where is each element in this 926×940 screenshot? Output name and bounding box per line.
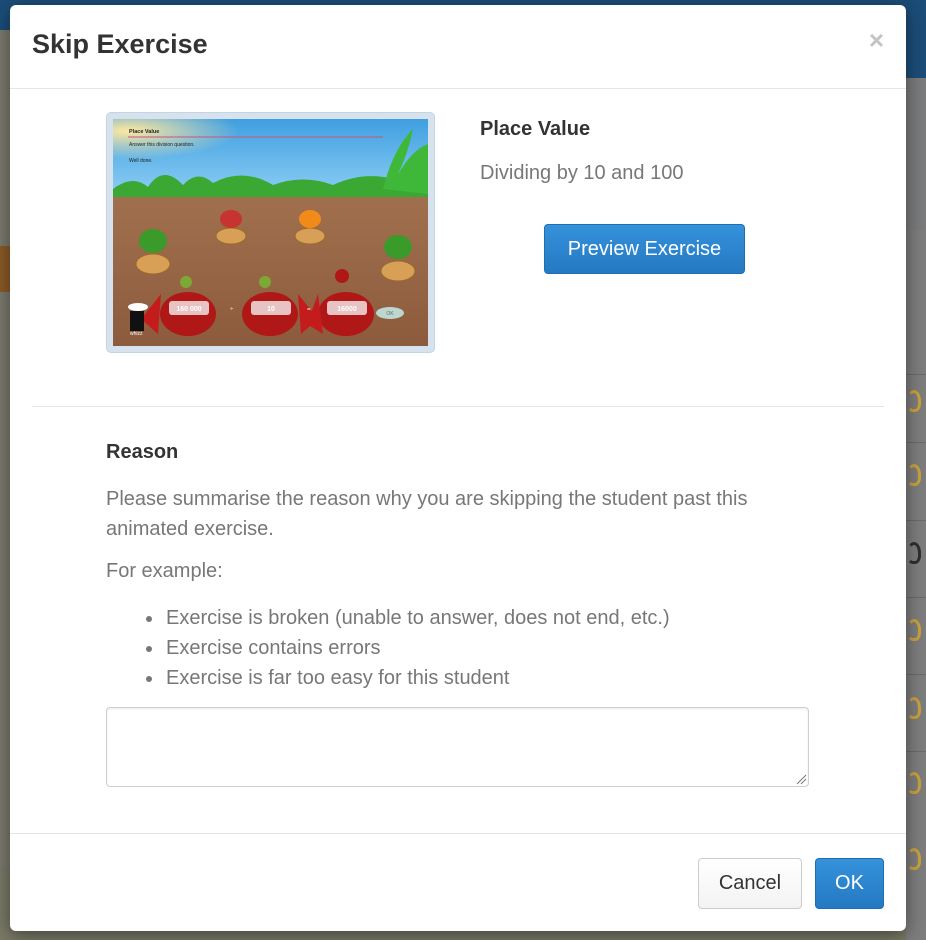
- resize-handle-icon[interactable]: [795, 773, 807, 785]
- background-row-divider: [906, 520, 926, 521]
- lightbulb-icon: [907, 697, 921, 719]
- background-row-divider: [906, 597, 926, 598]
- background-row-divider: [906, 374, 926, 375]
- exercise-title: Place Value: [480, 118, 591, 140]
- reason-textarea[interactable]: [106, 707, 809, 787]
- dialog-footer: Cancel OK: [10, 833, 906, 931]
- exercise-info: Place Value Answer this division questio…: [10, 90, 906, 407]
- background-row-divider: [906, 442, 926, 443]
- lightbulb-icon: [907, 772, 921, 794]
- close-button[interactable]: ×: [869, 27, 884, 53]
- background-right-column: [906, 230, 926, 940]
- list-item: Exercise is broken (unable to answer, do…: [146, 603, 670, 633]
- lightbulb-icon: [907, 464, 921, 486]
- skip-exercise-dialog: Skip Exercise × Place Value Answer this …: [10, 5, 906, 931]
- thumbnail-instruction: Answer this division question.: [129, 142, 195, 148]
- dialog-header: Skip Exercise ×: [10, 5, 906, 89]
- thumbnail-heading: Place Value: [129, 129, 159, 135]
- section-divider: [32, 406, 884, 407]
- lightbulb-icon: [907, 848, 921, 870]
- thumbnail-operator: =: [307, 307, 311, 313]
- exercise-thumbnail-image: Place Value Answer this division questio…: [113, 119, 428, 346]
- thumbnail-value: 16000: [337, 306, 357, 313]
- exercise-thumbnail: Place Value Answer this division questio…: [106, 112, 435, 353]
- thumbnail-value: 160 000: [176, 306, 201, 313]
- lightbulb-icon: [907, 619, 921, 641]
- background-left-highlight: [0, 246, 10, 292]
- thumbnail-feedback: Well done.: [129, 158, 153, 164]
- thumbnail-value: 10: [267, 306, 275, 313]
- example-list: Exercise is broken (unable to answer, do…: [146, 603, 670, 693]
- list-item: Exercise contains errors: [146, 633, 670, 663]
- background-row-divider: [906, 751, 926, 752]
- list-item: Exercise is far too easy for this studen…: [146, 663, 670, 693]
- lightbulb-icon: [907, 542, 921, 564]
- ok-button[interactable]: OK: [815, 858, 884, 909]
- background-left-strip: [0, 30, 10, 870]
- thumbnail-brand: whizz: [130, 331, 143, 337]
- lightbulb-icon: [907, 390, 921, 412]
- reason-description: Please summarise the reason why you are …: [106, 488, 748, 540]
- preview-exercise-button[interactable]: Preview Exercise: [544, 224, 745, 274]
- dialog-title: Skip Exercise: [32, 29, 208, 59]
- example-intro: For example:: [106, 560, 223, 582]
- cancel-button[interactable]: Cancel: [698, 858, 802, 909]
- reason-heading: Reason: [106, 441, 179, 463]
- background-row-divider: [906, 674, 926, 675]
- thumbnail-ok: OK: [386, 311, 394, 317]
- exercise-subtitle: Dividing by 10 and 100: [480, 162, 684, 184]
